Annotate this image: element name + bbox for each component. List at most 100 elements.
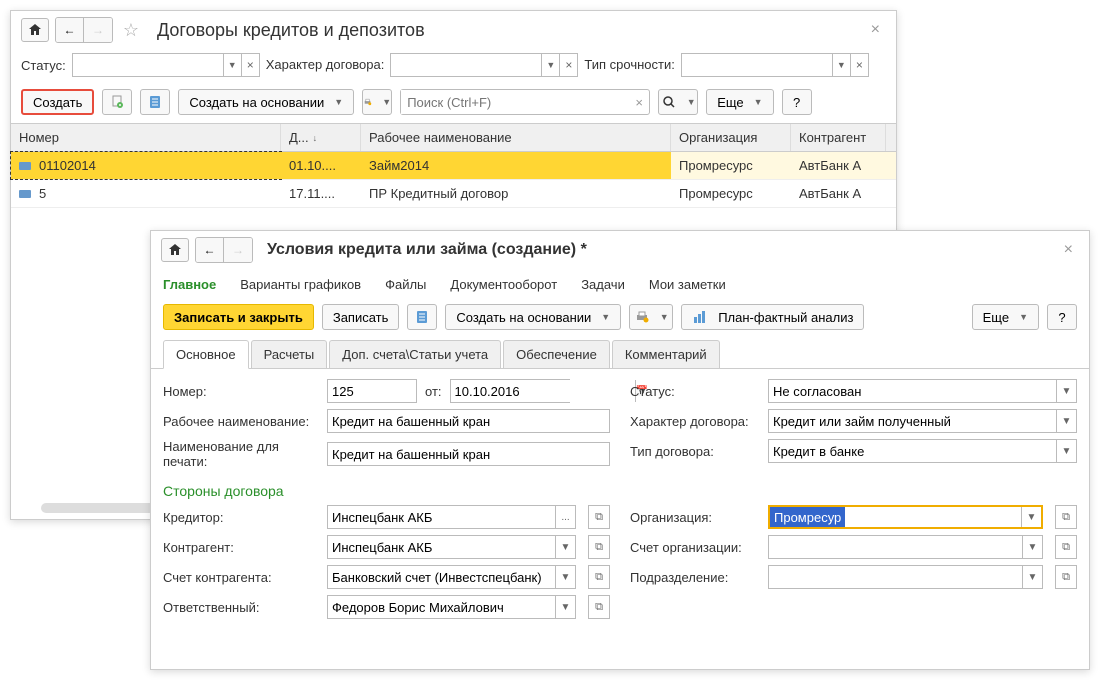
print-dropdown-button[interactable]: ▼ bbox=[362, 89, 392, 115]
horizontal-scrollbar[interactable] bbox=[41, 503, 161, 513]
print-dropdown-button[interactable]: ▼ bbox=[629, 304, 673, 330]
contract-type-input[interactable] bbox=[769, 410, 1056, 432]
counterparty-account-input-group[interactable]: ▼ bbox=[327, 565, 576, 589]
division-input[interactable] bbox=[769, 566, 1022, 588]
tab-collateral[interactable]: Обеспечение bbox=[503, 340, 610, 368]
status-input[interactable] bbox=[769, 380, 1056, 402]
dropdown-icon[interactable]: ▼ bbox=[832, 54, 850, 76]
tab-calc[interactable]: Расчеты bbox=[251, 340, 328, 368]
back-button[interactable]: ← bbox=[56, 18, 84, 42]
print-name-input[interactable] bbox=[327, 442, 610, 466]
creditor-input[interactable] bbox=[328, 506, 555, 528]
nav-tasks[interactable]: Задачи bbox=[581, 277, 625, 292]
clear-icon[interactable]: × bbox=[559, 54, 577, 76]
org-account-input[interactable] bbox=[769, 536, 1022, 558]
tab-accounts[interactable]: Доп. счета\Статьи учета bbox=[329, 340, 501, 368]
open-icon[interactable]: ⧉ bbox=[1055, 565, 1077, 589]
col-name[interactable]: Рабочее наименование bbox=[361, 124, 671, 151]
nav-main[interactable]: Главное bbox=[163, 277, 216, 292]
more-button[interactable]: Еще▼ bbox=[972, 304, 1039, 330]
contract-type-filter-combo[interactable]: ▼ × bbox=[390, 53, 578, 77]
counterparty-input-group[interactable]: ▼ bbox=[327, 535, 576, 559]
date-input[interactable] bbox=[451, 380, 635, 402]
dropdown-icon[interactable]: ▼ bbox=[555, 596, 575, 618]
open-icon[interactable]: ⧉ bbox=[588, 565, 610, 589]
back-button[interactable]: ← bbox=[196, 238, 224, 262]
col-org[interactable]: Организация bbox=[671, 124, 791, 151]
table-row[interactable]: 01102014 01.10.... Займ2014 Промресурс А… bbox=[11, 152, 896, 180]
dropdown-icon[interactable]: ▼ bbox=[541, 54, 559, 76]
create-based-on-button[interactable]: Создать на основании▼ bbox=[445, 304, 621, 330]
open-icon[interactable]: ⧉ bbox=[588, 595, 610, 619]
copy-button[interactable] bbox=[102, 89, 132, 115]
org-account-input-group[interactable]: ▼ bbox=[768, 535, 1043, 559]
table-row[interactable]: 5 17.11.... ПР Кредитный договор Промрес… bbox=[11, 180, 896, 208]
clear-icon[interactable]: × bbox=[850, 54, 868, 76]
contract-type-filter-input[interactable] bbox=[391, 54, 541, 76]
home-button[interactable] bbox=[21, 18, 49, 42]
plan-fact-button[interactable]: План-фактный анализ bbox=[681, 304, 864, 330]
org-input[interactable] bbox=[770, 507, 845, 527]
help-button[interactable]: ? bbox=[782, 89, 812, 115]
contract-type-combo[interactable]: ▼ bbox=[768, 409, 1077, 433]
status-filter-combo[interactable]: ▼ × bbox=[72, 53, 260, 77]
clear-icon[interactable]: × bbox=[241, 54, 259, 76]
nav-notes[interactable]: Мои заметки bbox=[649, 277, 726, 292]
dropdown-icon[interactable]: ▼ bbox=[1056, 440, 1076, 462]
nav-files[interactable]: Файлы bbox=[385, 277, 426, 292]
dropdown-icon[interactable]: ▼ bbox=[1022, 566, 1042, 588]
help-button[interactable]: ? bbox=[1047, 304, 1077, 330]
forward-button[interactable]: → bbox=[84, 18, 112, 42]
number-input[interactable] bbox=[327, 379, 417, 403]
clear-search-icon[interactable]: × bbox=[629, 90, 649, 114]
save-close-button[interactable]: Записать и закрыть bbox=[163, 304, 314, 330]
deal-type-input[interactable] bbox=[769, 440, 1056, 462]
status-filter-input[interactable] bbox=[73, 54, 223, 76]
close-button[interactable]: × bbox=[865, 19, 886, 41]
status-combo[interactable]: ▼ bbox=[768, 379, 1077, 403]
create-button[interactable]: Создать bbox=[21, 89, 94, 115]
search-button[interactable]: ▼ bbox=[658, 89, 698, 115]
nav-docflow[interactable]: Документооборот bbox=[450, 277, 557, 292]
nav-variants[interactable]: Варианты графиков bbox=[240, 277, 361, 292]
close-button[interactable]: × bbox=[1058, 239, 1079, 261]
open-icon[interactable]: ⧉ bbox=[1055, 535, 1077, 559]
tab-comment[interactable]: Комментарий bbox=[612, 340, 720, 368]
search-box[interactable]: × bbox=[400, 89, 650, 115]
urgency-filter-combo[interactable]: ▼ × bbox=[681, 53, 869, 77]
counterparty-input[interactable] bbox=[328, 536, 555, 558]
open-icon[interactable]: ⧉ bbox=[588, 505, 610, 529]
work-name-input[interactable] bbox=[327, 409, 610, 433]
more-button[interactable]: Еще▼ bbox=[706, 89, 773, 115]
dropdown-icon[interactable]: ▼ bbox=[1056, 380, 1076, 402]
date-input-group[interactable]: 📅 bbox=[450, 379, 570, 403]
dropdown-icon[interactable]: ▼ bbox=[1021, 507, 1041, 527]
col-counterparty[interactable]: Контрагент bbox=[791, 124, 886, 151]
division-input-group[interactable]: ▼ bbox=[768, 565, 1043, 589]
report-button[interactable] bbox=[407, 304, 437, 330]
counterparty-account-input[interactable] bbox=[328, 566, 555, 588]
col-number[interactable]: Номер bbox=[11, 124, 281, 151]
dropdown-icon[interactable]: ▼ bbox=[1022, 536, 1042, 558]
ellipsis-icon[interactable]: ... bbox=[555, 506, 575, 528]
forward-button[interactable]: → bbox=[224, 238, 252, 262]
responsible-input[interactable] bbox=[328, 596, 555, 618]
creditor-input-group[interactable]: ... bbox=[327, 505, 576, 529]
open-icon[interactable]: ⧉ bbox=[1055, 505, 1077, 529]
responsible-input-group[interactable]: ▼ bbox=[327, 595, 576, 619]
report-button[interactable] bbox=[140, 89, 170, 115]
favorite-star-icon[interactable]: ☆ bbox=[119, 18, 143, 42]
tab-main[interactable]: Основное bbox=[163, 340, 249, 369]
dropdown-icon[interactable]: ▼ bbox=[555, 536, 575, 558]
col-date[interactable]: Д...↓ bbox=[281, 124, 361, 151]
create-based-on-button[interactable]: Создать на основании▼ bbox=[178, 89, 354, 115]
org-input-group[interactable]: ▼ bbox=[768, 505, 1043, 529]
dropdown-icon[interactable]: ▼ bbox=[223, 54, 241, 76]
urgency-filter-input[interactable] bbox=[682, 54, 832, 76]
dropdown-icon[interactable]: ▼ bbox=[555, 566, 575, 588]
deal-type-combo[interactable]: ▼ bbox=[768, 439, 1077, 463]
save-button[interactable]: Записать bbox=[322, 304, 400, 330]
home-button[interactable] bbox=[161, 238, 189, 262]
open-icon[interactable]: ⧉ bbox=[588, 535, 610, 559]
search-input[interactable] bbox=[401, 90, 629, 114]
